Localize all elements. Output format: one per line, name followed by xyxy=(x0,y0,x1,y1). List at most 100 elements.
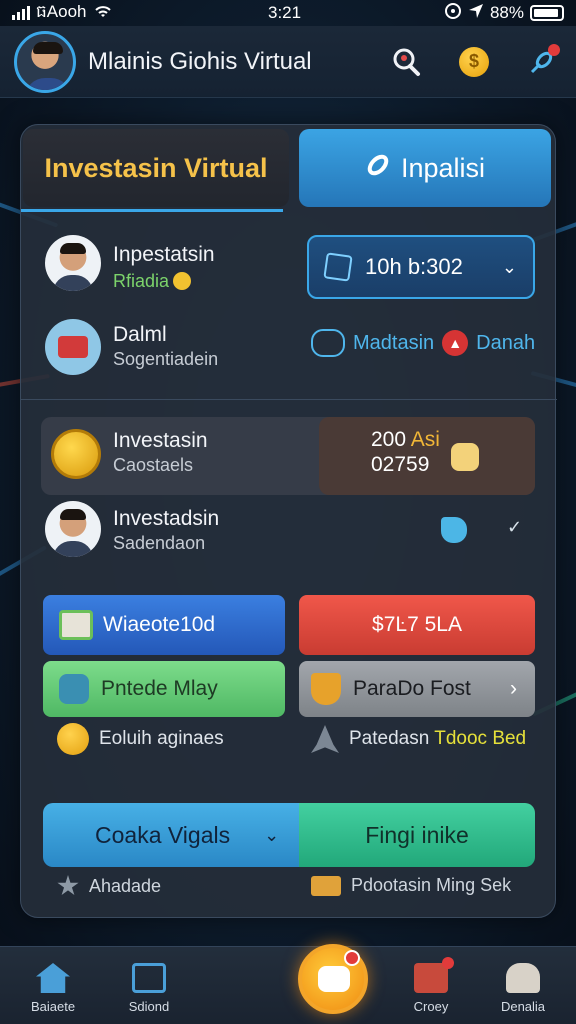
price-box[interactable]: 200 Asi 02759 xyxy=(319,417,535,495)
nav-item-denalia[interactable]: Denalia xyxy=(478,963,568,1014)
nav-item-croey[interactable]: Croey xyxy=(386,957,476,1014)
rocket-icon xyxy=(311,725,339,753)
smile-icon xyxy=(173,272,192,290)
big-button-group: Coaka Vigals ⌄ Fingi inike xyxy=(43,803,535,867)
wiaeote-button[interactable]: Wiaeote10d xyxy=(43,595,285,655)
chevron-down-icon: ⌄ xyxy=(264,824,280,845)
notification-dot xyxy=(548,43,560,56)
user-avatar[interactable] xyxy=(14,30,76,93)
alert-icon: ▲ xyxy=(442,330,469,356)
coaka-vigals-label: Coaka Vigals xyxy=(95,821,231,848)
parado-label: ParaDo Fost xyxy=(353,677,471,700)
chat-fab-button[interactable] xyxy=(298,944,368,1014)
nav-item-baiaete[interactable]: Baiaete xyxy=(8,963,98,1014)
nav-label: Sdiond xyxy=(128,999,170,1014)
patedasn-label-a: Patedasn xyxy=(349,728,435,749)
search-icon[interactable] xyxy=(386,42,426,82)
status-bar: ធAooh 3:21 88% xyxy=(0,0,576,26)
pdootasin-item[interactable]: Pdootasin Ming Sek xyxy=(311,875,511,896)
investasin-card-title: Investasin xyxy=(113,429,208,452)
main-panel: Investasin Virtual Inpalisi Inpestatsin … xyxy=(20,124,557,918)
investasin-card-subtitle: Caostaels xyxy=(113,455,194,475)
gift-icon xyxy=(59,610,93,640)
coaka-vigals-button[interactable]: Coaka Vigals ⌄ xyxy=(43,803,299,867)
chat-icon xyxy=(311,329,345,357)
wifi-icon xyxy=(93,3,113,24)
ahadade-item[interactable]: Ahadade xyxy=(57,875,161,897)
bottom-nav: Baiaete Sdiond Croey Denalia xyxy=(0,946,576,1024)
location-icon xyxy=(468,3,484,24)
satellite-icon[interactable] xyxy=(522,42,562,82)
madtasin-link[interactable]: Madtasin ▲ Danah xyxy=(311,329,535,357)
tab-inpalisi-label: Inpalisi xyxy=(400,152,486,183)
nav-label: Baiaete xyxy=(30,999,76,1014)
shield-icon xyxy=(311,673,341,705)
pntede-label: Pntede Mlay xyxy=(101,677,218,700)
cube-icon xyxy=(323,252,353,282)
dalmi-subtitle: Sogentiadein xyxy=(113,349,219,369)
battery-icon xyxy=(530,5,564,21)
investatsin-subtitle: Rfiadia xyxy=(113,271,192,292)
signal-icon xyxy=(12,6,30,20)
eoluih-label: Eoluih aginaes xyxy=(99,728,224,749)
patedasn-label-b: Tdooc Bed xyxy=(434,728,527,749)
status-time: 3:21 xyxy=(268,3,302,22)
fingi-inike-button[interactable]: Fingi inike xyxy=(299,803,535,867)
investadsin-title: Investadsin xyxy=(113,507,220,530)
pdootasin-label: Pdootasin Ming Sek xyxy=(351,875,512,895)
patedasn-label: Patedasn Tdooc Bed xyxy=(349,728,526,750)
share-icon[interactable] xyxy=(441,517,467,543)
carrier-label: ធAooh xyxy=(36,1,87,21)
nav-label: Croey xyxy=(413,999,449,1014)
price-line-1a: 200 xyxy=(371,428,411,451)
coin-icon[interactable]: $ xyxy=(454,42,494,82)
nav-item-sdiond[interactable]: Sdiond xyxy=(104,963,194,1014)
nav-label: Denalia xyxy=(500,999,546,1014)
link-icon xyxy=(365,152,391,185)
status-right: 88% xyxy=(444,2,564,25)
active-tab-indicator xyxy=(21,209,283,212)
pntede-button[interactable]: Pntede Mlay xyxy=(43,661,285,717)
ahadade-label: Ahadade xyxy=(89,875,162,896)
coin-icon xyxy=(57,723,89,755)
chip-icon xyxy=(451,443,479,471)
app-title: Mlainis Giohis Virtual xyxy=(88,47,312,75)
divider xyxy=(21,399,557,400)
gold-coin-icon xyxy=(51,429,101,479)
tab-investasin-virtual[interactable]: Investasin Virtual xyxy=(23,129,289,207)
chat-bubble-icon xyxy=(318,966,350,992)
investatsin-subtitle-text: Rfiadia xyxy=(113,271,170,291)
star-icon xyxy=(57,875,79,896)
notification-dot xyxy=(344,950,360,966)
alarm-icon xyxy=(444,2,462,25)
chevron-right-icon: › xyxy=(510,677,517,700)
wiaeote-label: Wiaeote10d xyxy=(103,613,216,636)
dropdown-value: 10h b:302 xyxy=(365,254,463,279)
card-icon xyxy=(132,963,166,993)
robot-icon xyxy=(59,674,89,704)
price-line-1b: Asi xyxy=(410,428,440,451)
investadsin-avatar xyxy=(45,501,101,557)
chevron-down-icon: ⌄ xyxy=(501,256,517,277)
check-icon[interactable]: ✓ xyxy=(507,517,522,538)
investatsin-title: Inpestatsin xyxy=(113,243,215,266)
eoluih-item[interactable]: Eoluih aginaes xyxy=(57,723,224,755)
mail-icon xyxy=(414,957,454,993)
home-icon xyxy=(36,963,70,993)
madtasin-label: Madtasin xyxy=(353,331,435,354)
battery-percent: 88% xyxy=(489,3,524,22)
dalmi-icon xyxy=(45,319,101,375)
investadsin-subtitle: Sadendaon xyxy=(113,533,206,553)
investatsin-avatar xyxy=(45,235,101,291)
person-icon xyxy=(506,963,540,993)
price-action-button[interactable]: $7Ŀ7 5LA xyxy=(299,595,535,655)
status-left: ធAooh xyxy=(12,1,113,26)
patedasn-item[interactable]: Patedasn Tdooc Bed xyxy=(311,725,526,753)
madtasin-extra: Danah xyxy=(476,331,536,354)
app-header: Mlainis Giohis Virtual $ xyxy=(0,26,576,98)
parado-button[interactable]: ParaDo Fost › xyxy=(299,661,535,717)
amount-dropdown[interactable]: 10h b:302 ⌄ xyxy=(307,235,535,299)
dalmi-title: Dalml xyxy=(113,323,167,346)
tab-inpalisi[interactable]: Inpalisi xyxy=(299,129,551,207)
chest-icon xyxy=(311,875,341,896)
